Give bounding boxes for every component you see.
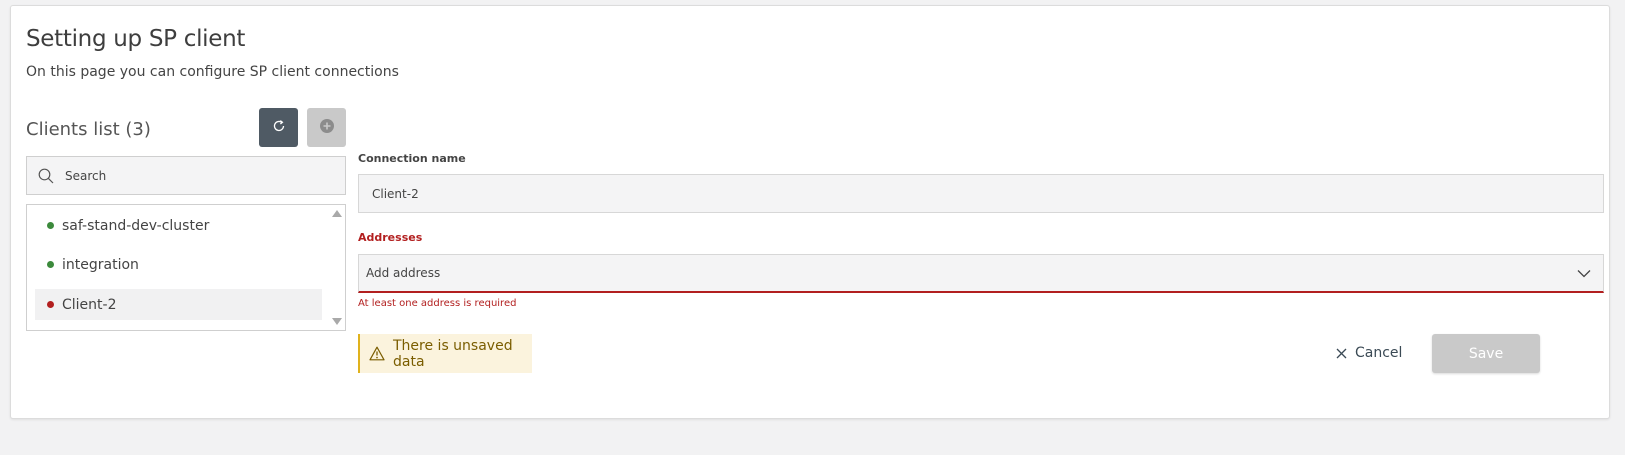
scroll-down-arrow[interactable]: [332, 318, 342, 325]
save-button[interactable]: Save: [1432, 334, 1540, 373]
settings-card: Setting up SP client On this page you ca…: [10, 5, 1610, 419]
clients-list-title: Clients list (3): [26, 119, 151, 140]
connection-name-label: Connection name: [358, 152, 466, 165]
refresh-icon: [272, 119, 286, 136]
status-dot: [47, 261, 54, 268]
add-client-button[interactable]: [307, 108, 346, 147]
list-item[interactable]: integration: [35, 249, 322, 280]
cancel-label: Cancel: [1355, 345, 1403, 361]
close-icon: [1336, 348, 1347, 359]
addresses-error: At least one address is required: [358, 298, 517, 309]
connection-name-input[interactable]: [370, 185, 1574, 202]
page-title: Setting up SP client: [26, 26, 246, 52]
cancel-button[interactable]: Cancel: [1336, 342, 1402, 364]
client-label: Client-2: [62, 296, 117, 313]
status-dot: [47, 222, 54, 229]
connection-name-field[interactable]: [358, 174, 1604, 213]
warning-icon: [369, 346, 385, 361]
scroll-up-arrow[interactable]: [332, 210, 342, 217]
list-item-selected[interactable]: Client-2: [35, 289, 322, 320]
client-label: saf-stand-dev-cluster: [62, 217, 210, 234]
status-dot: [47, 301, 54, 308]
addresses-label: Addresses: [358, 231, 423, 244]
chevron-down-icon: [1577, 269, 1591, 278]
unsaved-warning: There is unsaved data: [358, 334, 532, 373]
list-item[interactable]: saf-stand-dev-cluster: [35, 210, 322, 241]
search-icon: [38, 168, 54, 184]
add-circle-icon: [319, 118, 335, 137]
addresses-select[interactable]: Add address: [358, 254, 1604, 293]
client-label: integration: [62, 256, 139, 273]
addresses-placeholder: Add address: [366, 266, 441, 280]
warning-text: There is unsaved data: [393, 337, 513, 370]
search-field[interactable]: [26, 156, 346, 195]
clients-list[interactable]: saf-stand-dev-cluster integration Client…: [26, 204, 346, 331]
page-subtitle: On this page you can configure SP client…: [26, 64, 399, 80]
refresh-button[interactable]: [259, 108, 298, 147]
search-input[interactable]: [63, 167, 317, 184]
